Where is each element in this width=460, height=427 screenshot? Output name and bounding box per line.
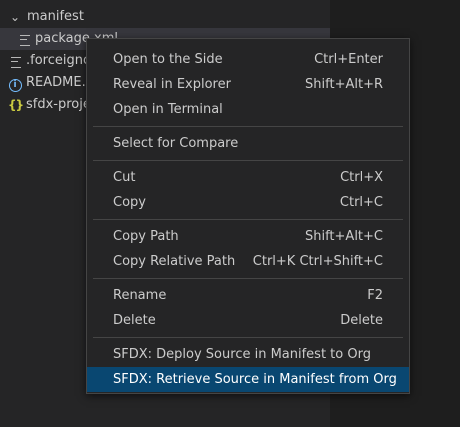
lines-icon [18,28,32,50]
menu-separator [93,160,403,161]
vscode-window: ⌄ manifest package.xml .forceignore i RE… [0,0,460,427]
menu-item-label: SFDX: Retrieve Source in Manifest from O… [113,372,397,387]
menu-separator [93,219,403,220]
menu-item-shortcut: Ctrl+K Ctrl+Shift+C [252,254,383,269]
tree-item-manifest-folder[interactable]: ⌄ manifest [0,6,330,28]
menu-item-label: SFDX: Deploy Source in Manifest to Org [113,347,371,362]
menu-item-open-in-terminal[interactable]: Open in Terminal [87,97,409,122]
menu-item-shortcut: Shift+Alt+C [304,229,383,244]
lines-icon [9,50,23,72]
chevron-down-icon: ⌄ [9,10,21,24]
menu-item-label: Copy Relative Path [113,254,236,269]
json-braces-icon: {} [8,98,24,112]
menu-item-sfdx-retrieve-manifest[interactable]: SFDX: Retrieve Source in Manifest from O… [87,367,409,392]
menu-item-shortcut: Ctrl+Enter [314,52,383,67]
menu-item-open-to-side[interactable]: Open to the Side Ctrl+Enter [87,47,409,72]
menu-item-label: Rename [113,288,167,303]
menu-item-copy-relative-path[interactable]: Copy Relative Path Ctrl+K Ctrl+Shift+C [87,249,409,274]
menu-item-shortcut: Ctrl+C [339,195,383,210]
context-menu: Open to the Side Ctrl+Enter Reveal in Ex… [86,38,410,394]
info-icon: i [8,72,22,94]
menu-item-shortcut: Delete [340,313,383,328]
menu-separator [93,278,403,279]
menu-item-copy-path[interactable]: Copy Path Shift+Alt+C [87,224,409,249]
menu-item-label: Delete [113,313,156,328]
menu-item-label: Open to the Side [113,52,223,67]
menu-separator [93,126,403,127]
menu-item-shortcut: Ctrl+X [340,170,383,185]
menu-item-delete[interactable]: Delete Delete [87,308,409,333]
menu-item-sfdx-deploy-manifest[interactable]: SFDX: Deploy Source in Manifest to Org [87,342,409,367]
menu-item-copy[interactable]: Copy Ctrl+C [87,190,409,215]
menu-item-label: Reveal in Explorer [113,77,231,92]
menu-item-shortcut: Shift+Alt+R [305,77,383,92]
menu-item-label: Open in Terminal [113,102,223,117]
menu-item-select-for-compare[interactable]: Select for Compare [87,131,409,156]
menu-item-cut[interactable]: Cut Ctrl+X [87,165,409,190]
menu-item-rename[interactable]: Rename F2 [87,283,409,308]
tree-item-label: manifest [27,9,84,24]
menu-item-reveal-in-explorer[interactable]: Reveal in Explorer Shift+Alt+R [87,72,409,97]
menu-item-label: Select for Compare [113,136,239,151]
menu-item-shortcut: F2 [367,288,383,303]
menu-item-label: Copy [113,195,146,210]
menu-item-label: Copy Path [113,229,179,244]
menu-item-label: Cut [113,170,136,185]
menu-separator [93,337,403,338]
